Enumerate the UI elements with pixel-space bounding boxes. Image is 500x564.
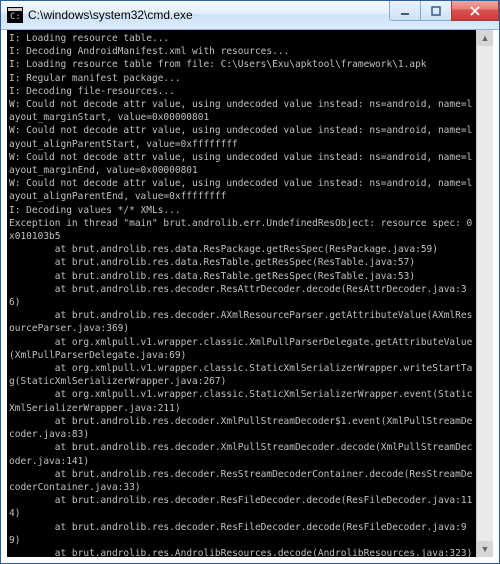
cmd-window: C: C:\windows\system32\cmd.exe I: Loadin… xyxy=(0,0,500,564)
scroll-track[interactable] xyxy=(477,46,493,541)
scroll-up-arrow[interactable]: ▲ xyxy=(477,30,493,46)
terminal-output: I: Loading resource table... I: Decoding… xyxy=(7,30,477,557)
minimize-button[interactable] xyxy=(389,1,420,21)
cmd-icon: C: xyxy=(7,7,23,23)
client-area: I: Loading resource table... I: Decoding… xyxy=(7,30,493,557)
window-title: C:\windows\system32\cmd.exe xyxy=(28,8,389,22)
maximize-button[interactable] xyxy=(420,1,451,21)
window-buttons xyxy=(389,1,499,29)
close-button[interactable] xyxy=(451,1,499,21)
svg-text:C:: C: xyxy=(10,12,21,22)
scroll-down-arrow[interactable]: ▼ xyxy=(477,541,493,557)
vertical-scrollbar[interactable]: ▲ ▼ xyxy=(476,30,493,557)
titlebar[interactable]: C: C:\windows\system32\cmd.exe xyxy=(1,1,499,30)
